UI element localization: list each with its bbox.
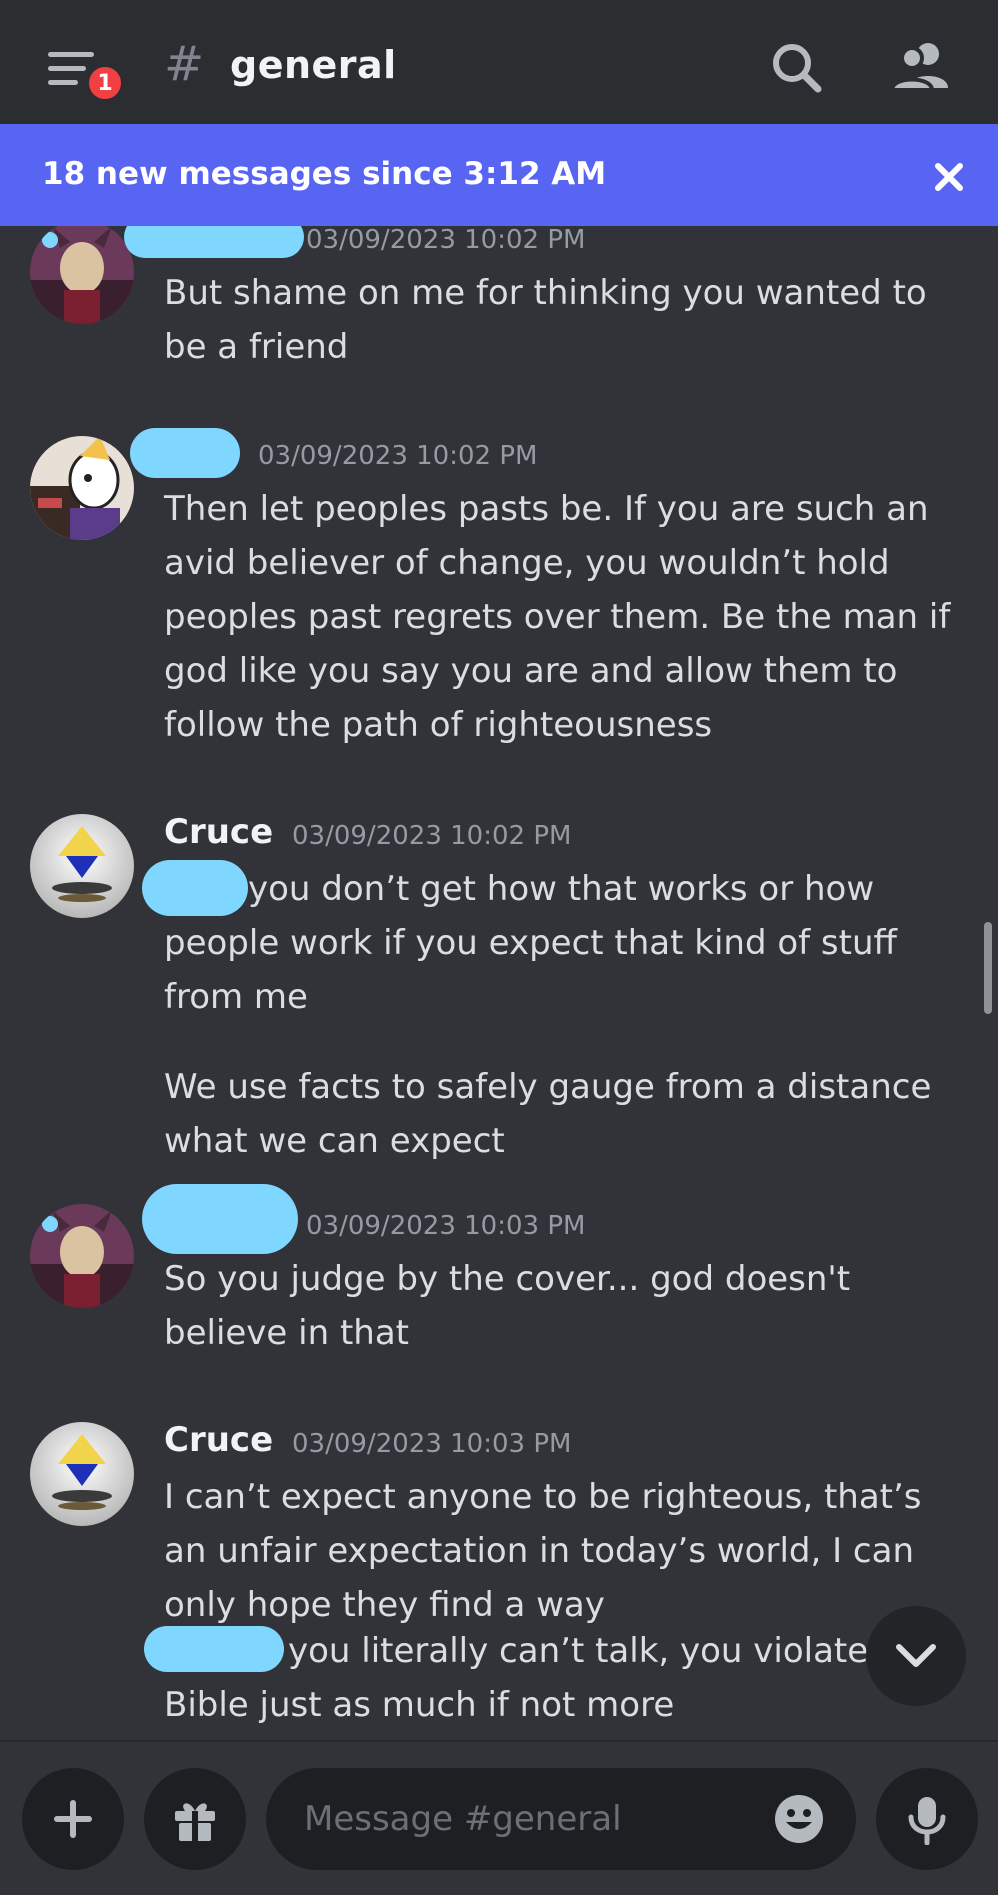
message-content[interactable]: But shame on me for thinking you wanted …: [164, 266, 964, 374]
message-line: We use facts to safely gauge from a dist…: [164, 1067, 932, 1107]
avatar[interactable]: [30, 1204, 134, 1308]
jump-to-present-button[interactable]: [866, 1606, 966, 1706]
hamburger-icon: [48, 52, 94, 57]
voice-message-button[interactable]: [876, 1768, 978, 1870]
message-input-container[interactable]: [266, 1768, 856, 1870]
hash-icon: #: [164, 36, 205, 92]
message-input[interactable]: [302, 1792, 742, 1846]
microphone-icon: [908, 1797, 946, 1845]
message-content[interactable]: you literally can’t talk, you violate Bi…: [164, 1624, 964, 1732]
message-line: from me: [164, 977, 308, 1017]
members-icon: [889, 43, 948, 92]
new-messages-text: 18 new messages since 3:12 AM: [42, 156, 607, 192]
message-line: avid believer of change, you wouldn’t ho…: [164, 543, 890, 583]
members-button[interactable]: [888, 36, 958, 100]
message-content[interactable]: So you judge by the cover... god doesn't…: [164, 1252, 964, 1360]
message-line: But shame on me for thinking you wanted …: [164, 273, 927, 313]
message-author[interactable]: Cruce: [164, 810, 273, 854]
message-line: be a friend: [164, 327, 349, 367]
message-line: Then let peoples pasts be. If you are su…: [164, 489, 929, 529]
message-line: an unfair expectation in today’s world, …: [164, 1531, 915, 1571]
avatar[interactable]: [30, 814, 134, 918]
channel-title[interactable]: general: [230, 40, 397, 90]
message-line: believe in that: [164, 1313, 410, 1353]
message-line: I can’t expect anyone to be righteous, t…: [164, 1477, 922, 1517]
message-timestamp: 03/09/2023 10:03 PM: [292, 1429, 572, 1459]
close-icon: [935, 163, 963, 191]
message-line: god like you say you are and allow them …: [164, 651, 898, 691]
redacted-username: [130, 428, 240, 478]
search-icon: [773, 44, 822, 93]
message-line: you don’t get how that works or how: [248, 869, 875, 909]
redacted-username: [142, 1184, 298, 1254]
hamburger-icon-line: [48, 80, 78, 85]
message-timestamp: 03/09/2023 10:02 PM: [306, 226, 586, 255]
scrollbar-thumb[interactable]: [984, 922, 992, 1014]
unread-badge: 1: [84, 62, 126, 104]
banner-close-button[interactable]: [924, 152, 974, 202]
plus-icon: [54, 1800, 92, 1838]
avatar[interactable]: [30, 226, 134, 324]
message-author[interactable]: Cruce: [164, 1418, 273, 1462]
message-content[interactable]: you don’t get how that works or how peop…: [164, 862, 964, 1024]
search-button[interactable]: [762, 36, 832, 100]
avatar[interactable]: [30, 1422, 134, 1526]
message-timestamp: 03/09/2023 10:03 PM: [306, 1211, 586, 1241]
message-line: Bible just as much if not more: [164, 1685, 675, 1725]
message-line: what we can expect: [164, 1121, 505, 1161]
message-line: peoples past regrets over them. Be the m…: [164, 597, 951, 637]
message-line: follow the path of righteousness: [164, 705, 713, 745]
new-messages-banner[interactable]: 18 new messages since 3:12 AM: [0, 124, 998, 226]
message-line: So you judge by the cover... god doesn't: [164, 1259, 851, 1299]
message-composer: [0, 1740, 998, 1895]
message-line: people work if you expect that kind of s…: [164, 923, 897, 963]
redacted-username: [124, 226, 304, 258]
emoji-icon: [775, 1795, 823, 1843]
message-list[interactable]: 03/09/2023 10:02 PM But shame on me for …: [0, 226, 998, 1740]
message-content[interactable]: Then let peoples pasts be. If you are su…: [164, 482, 964, 752]
message-timestamp: 03/09/2023 10:02 PM: [258, 441, 538, 471]
hamburger-icon-line: [48, 66, 86, 71]
gift-button[interactable]: [144, 1768, 246, 1870]
message-line: you literally can’t talk, you violate: [288, 1631, 869, 1671]
message-timestamp: 03/09/2023 10:02 PM: [292, 821, 572, 851]
gift-icon: [175, 1803, 215, 1841]
avatar[interactable]: [30, 436, 134, 540]
add-attachment-button[interactable]: [22, 1768, 124, 1870]
emoji-button[interactable]: [770, 1790, 828, 1848]
message-content[interactable]: I can’t expect anyone to be righteous, t…: [164, 1470, 964, 1632]
channel-header: 1 # general: [0, 0, 998, 124]
message-content[interactable]: We use facts to safely gauge from a dist…: [164, 1060, 964, 1168]
chevron-down-icon: [896, 1644, 936, 1667]
